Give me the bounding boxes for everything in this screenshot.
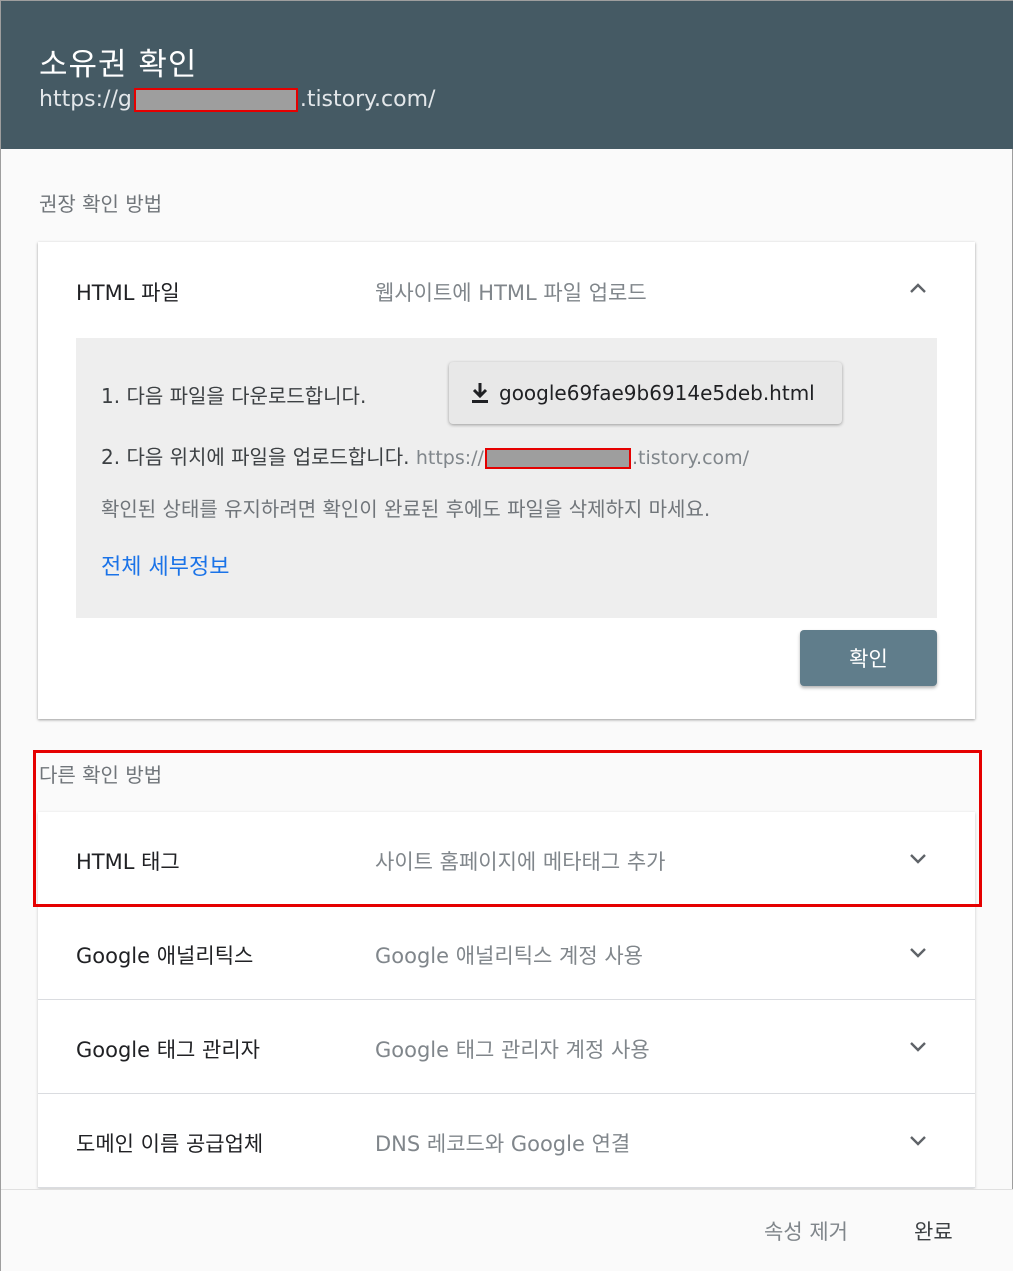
verify-ownership-dialog: 소유권 확인 https://g .tistory.com/ 권장 확인 방법 … <box>0 0 1013 1271</box>
method-row-domain-provider[interactable]: 도메인 이름 공급업체 DNS 레코드와 Google 연결 <box>38 1094 975 1188</box>
done-button[interactable]: 완료 <box>914 1216 953 1246</box>
method-name: HTML 파일 <box>76 281 180 305</box>
remove-property-button[interactable]: 속성 제거 <box>764 1216 848 1246</box>
method-row-html-tag[interactable]: HTML 태그 사이트 홈페이지에 메타태그 추가 <box>38 812 975 906</box>
method-name: 도메인 이름 공급업체 <box>76 1132 264 1156</box>
other-methods-list: HTML 태그 사이트 홈페이지에 메타태그 추가 Google 애널리틱스 G… <box>38 812 975 1188</box>
method-description: DNS 레코드와 Google 연결 <box>375 1132 631 1156</box>
chevron-down-icon[interactable] <box>907 1130 929 1152</box>
dialog-footer: 속성 제거 완료 <box>1 1189 1013 1271</box>
method-description: Google 태그 관리자 계정 사용 <box>375 1038 650 1062</box>
recommended-section-label: 권장 확인 방법 <box>39 192 163 216</box>
keep-file-note: 확인된 상태를 유지하려면 확인이 완료된 후에도 파일을 삭제하지 마세요. <box>101 497 711 521</box>
dialog-header: 소유권 확인 https://g .tistory.com/ <box>1 1 1013 149</box>
chevron-down-icon[interactable] <box>907 1036 929 1058</box>
redacted-domain <box>484 447 631 469</box>
upload-url-suffix: .tistory.com/ <box>631 447 750 469</box>
method-description: 웹사이트에 HTML 파일 업로드 <box>375 281 647 305</box>
step-upload: 2. 다음 위치에 파일을 업로드합니다. https:// .tistory.… <box>101 441 749 470</box>
upload-url-prefix: https:// <box>415 447 484 469</box>
property-url: https://g .tistory.com/ <box>39 87 435 112</box>
method-name: Google 애널리틱스 <box>76 944 254 968</box>
full-details-link[interactable]: 전체 세부정보 <box>101 549 229 581</box>
dialog-title: 소유권 확인 <box>39 47 198 83</box>
download-file-name: google69fae9b6914e5deb.html <box>499 381 815 405</box>
method-name: HTML 태그 <box>76 850 180 874</box>
step-upload-text: 2. 다음 위치에 파일을 업로드합니다. <box>101 445 410 469</box>
method-name: Google 태그 관리자 <box>76 1038 261 1062</box>
html-file-method-card: HTML 파일 웹사이트에 HTML 파일 업로드 1. 다음 파일을 다운로드… <box>38 242 975 719</box>
property-url-prefix: https://g <box>39 87 132 112</box>
step-download: 1. 다음 파일을 다운로드합니다. <box>101 384 367 408</box>
download-icon <box>472 383 488 403</box>
other-methods-section-label: 다른 확인 방법 <box>39 763 163 787</box>
download-file-button[interactable]: google69fae9b6914e5deb.html <box>449 362 842 424</box>
method-description: 사이트 홈페이지에 메타태그 추가 <box>375 850 666 874</box>
method-description: Google 애널리틱스 계정 사용 <box>375 944 643 968</box>
upload-location-url: https:// .tistory.com/ <box>416 447 749 469</box>
method-row-google-tag-manager[interactable]: Google 태그 관리자 Google 태그 관리자 계정 사용 <box>38 1000 975 1094</box>
verify-button[interactable]: 확인 <box>800 630 937 686</box>
chevron-down-icon[interactable] <box>907 942 929 964</box>
redacted-domain <box>133 87 298 112</box>
property-url-suffix: .tistory.com/ <box>299 87 436 112</box>
method-row-google-analytics[interactable]: Google 애널리틱스 Google 애널리틱스 계정 사용 <box>38 906 975 1000</box>
chevron-up-icon[interactable] <box>907 277 929 299</box>
instructions-panel: 1. 다음 파일을 다운로드합니다. google69fae9b6914e5de… <box>76 338 937 618</box>
chevron-down-icon[interactable] <box>907 848 929 870</box>
